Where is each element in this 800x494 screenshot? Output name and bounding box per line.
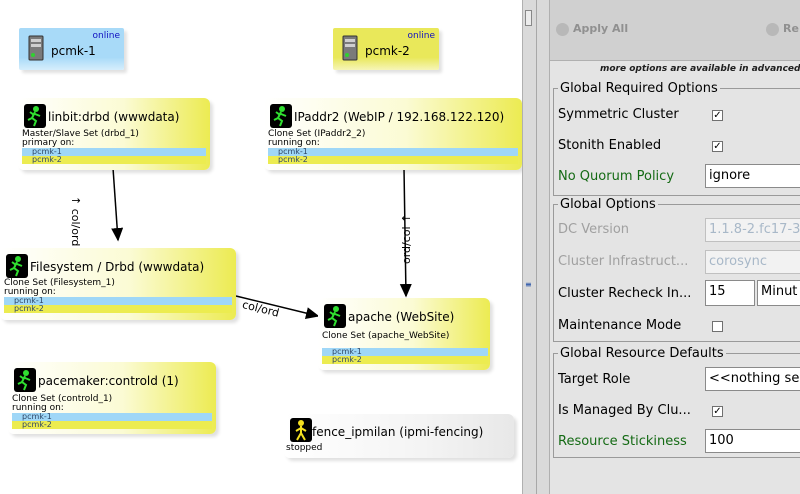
stopped-resource-icon: [290, 418, 312, 442]
node-bar-pcmk-2: pcmk-2: [4, 305, 232, 313]
node-bar-pcmk-2: pcmk-2: [322, 356, 488, 364]
cluster-recheck-unit-select[interactable]: Minut: [757, 280, 800, 306]
host-name: pcmk-2: [365, 44, 410, 58]
resource-apache[interactable]: apache (WebSite) Clone Set (apache_WebSi…: [318, 298, 490, 370]
splitter-arrows-icon[interactable]: ≡: [525, 280, 532, 290]
node-bar-pcmk-2: pcmk-2: [268, 156, 518, 164]
resource-title: fence_ipmilan (ipmi-fencing): [312, 425, 484, 439]
resource-filesystem[interactable]: Filesystem / Drbd (wwwdata) Clone Set (F…: [0, 248, 236, 320]
running-resource-icon: [270, 104, 292, 128]
host-pcmk-2[interactable]: online pcmk-2: [333, 28, 439, 70]
target-role-label: Target Role: [558, 372, 631, 387]
resource-title: apache (WebSite): [348, 310, 455, 324]
resource-title: linbit:drbd (wwwdata): [48, 110, 180, 124]
apply-all-button[interactable]: Apply All: [556, 22, 628, 36]
revert-button[interactable]: Re: [766, 22, 799, 36]
cluster-properties-panel: Apply All Re more options are available …: [550, 0, 800, 494]
cluster-infrastructure-label: Cluster Infrastruct...: [558, 254, 689, 269]
toolbar: Apply All Re: [550, 0, 800, 61]
symmetric-cluster-checkbox[interactable]: ✓: [712, 110, 723, 121]
target-role-select[interactable]: <<nothing se: [705, 367, 800, 391]
resource-controld[interactable]: pacemaker:controld (1) Clone Set (contro…: [8, 362, 216, 434]
revert-label: Re: [783, 22, 799, 35]
cluster-graph[interactable]: ↑ col/ord ord/col ↑ col/ord online pcmk-…: [0, 0, 522, 494]
resource-ipaddr2[interactable]: IPaddr2 (WebIP / 192.168.122.120) Clone …: [264, 98, 522, 170]
node-bar-pcmk-2: pcmk-2: [22, 156, 206, 164]
section-title: Global Resource Defaults: [558, 346, 726, 361]
dc-version-label: DC Version: [558, 222, 630, 237]
apply-all-label: Apply All: [573, 22, 629, 35]
maintenance-mode-checkbox[interactable]: [712, 321, 723, 332]
dc-version-field: 1.1.8-2.fc17-39: [705, 218, 800, 242]
host-status: online: [407, 31, 435, 41]
running-resource-icon: [6, 254, 28, 278]
resource-fence-ipmilan[interactable]: fence_ipmilan (ipmi-fencing) stopped: [284, 414, 514, 458]
splitter-divider: [536, 0, 537, 494]
resource-title: pacemaker:controld (1): [38, 374, 179, 388]
server-icon: [342, 35, 358, 61]
splitter-grip[interactable]: [525, 10, 532, 26]
resource-stickiness-input[interactable]: 100: [705, 429, 800, 453]
edge-label-ip-apache: ord/col ↑: [400, 213, 413, 264]
cluster-infrastructure-field: corosync: [705, 250, 800, 274]
stonith-enabled-label: Stonith Enabled: [558, 138, 662, 153]
stonith-enabled-checkbox[interactable]: ✓: [712, 141, 723, 152]
revert-icon: [766, 22, 779, 36]
resource-title: IPaddr2 (WebIP / 192.168.122.120): [294, 110, 505, 124]
host-status: online: [92, 31, 120, 41]
edge-drbd-fs: [111, 167, 124, 242]
resource-stickiness-label: Resource Stickiness: [558, 434, 687, 449]
advanced-mode-note: more options are available in advanced m: [600, 64, 800, 74]
running-resource-icon: [324, 304, 346, 328]
running-resource-icon: [14, 368, 36, 392]
running-resource-icon: [24, 104, 46, 128]
resource-state: stopped: [286, 443, 323, 453]
server-icon: [28, 35, 44, 61]
resource-type: Clone Set (apache_WebSite): [322, 331, 450, 341]
section-title: Global Options: [558, 197, 658, 212]
section-global-required-options: Global Required Options Symmetric Cluste…: [553, 81, 800, 196]
apply-icon: [556, 22, 569, 36]
maintenance-mode-label: Maintenance Mode: [558, 318, 682, 333]
symmetric-cluster-label: Symmetric Cluster: [558, 107, 679, 122]
no-quorum-policy-label: No Quorum Policy: [558, 169, 675, 184]
cluster-recheck-interval-input[interactable]: 15: [705, 280, 755, 306]
cluster-recheck-interval-label: Cluster Recheck In...: [558, 286, 692, 301]
resource-title: Filesystem / Drbd (wwwdata): [30, 260, 205, 274]
host-name: pcmk-1: [51, 44, 96, 58]
section-title: Global Required Options: [558, 81, 720, 96]
no-quorum-policy-select[interactable]: ignore: [705, 164, 800, 188]
section-global-options: Global Options DC Version 1.1.8-2.fc17-3…: [553, 197, 800, 342]
is-managed-label: Is Managed By Clu...: [558, 403, 691, 418]
node-bar-pcmk-2: pcmk-2: [12, 421, 212, 429]
section-global-resource-defaults: Global Resource Defaults Target Role <<n…: [553, 346, 800, 458]
pane-splitter[interactable]: ≡: [522, 0, 550, 494]
is-managed-checkbox[interactable]: ✓: [712, 406, 723, 417]
resource-drbd[interactable]: linbit:drbd (wwwdata) Master/Slave Set (…: [18, 98, 210, 170]
host-pcmk-1[interactable]: online pcmk-1: [19, 28, 124, 70]
edge-label-drbd-fs: ↑ col/ord: [69, 196, 82, 247]
